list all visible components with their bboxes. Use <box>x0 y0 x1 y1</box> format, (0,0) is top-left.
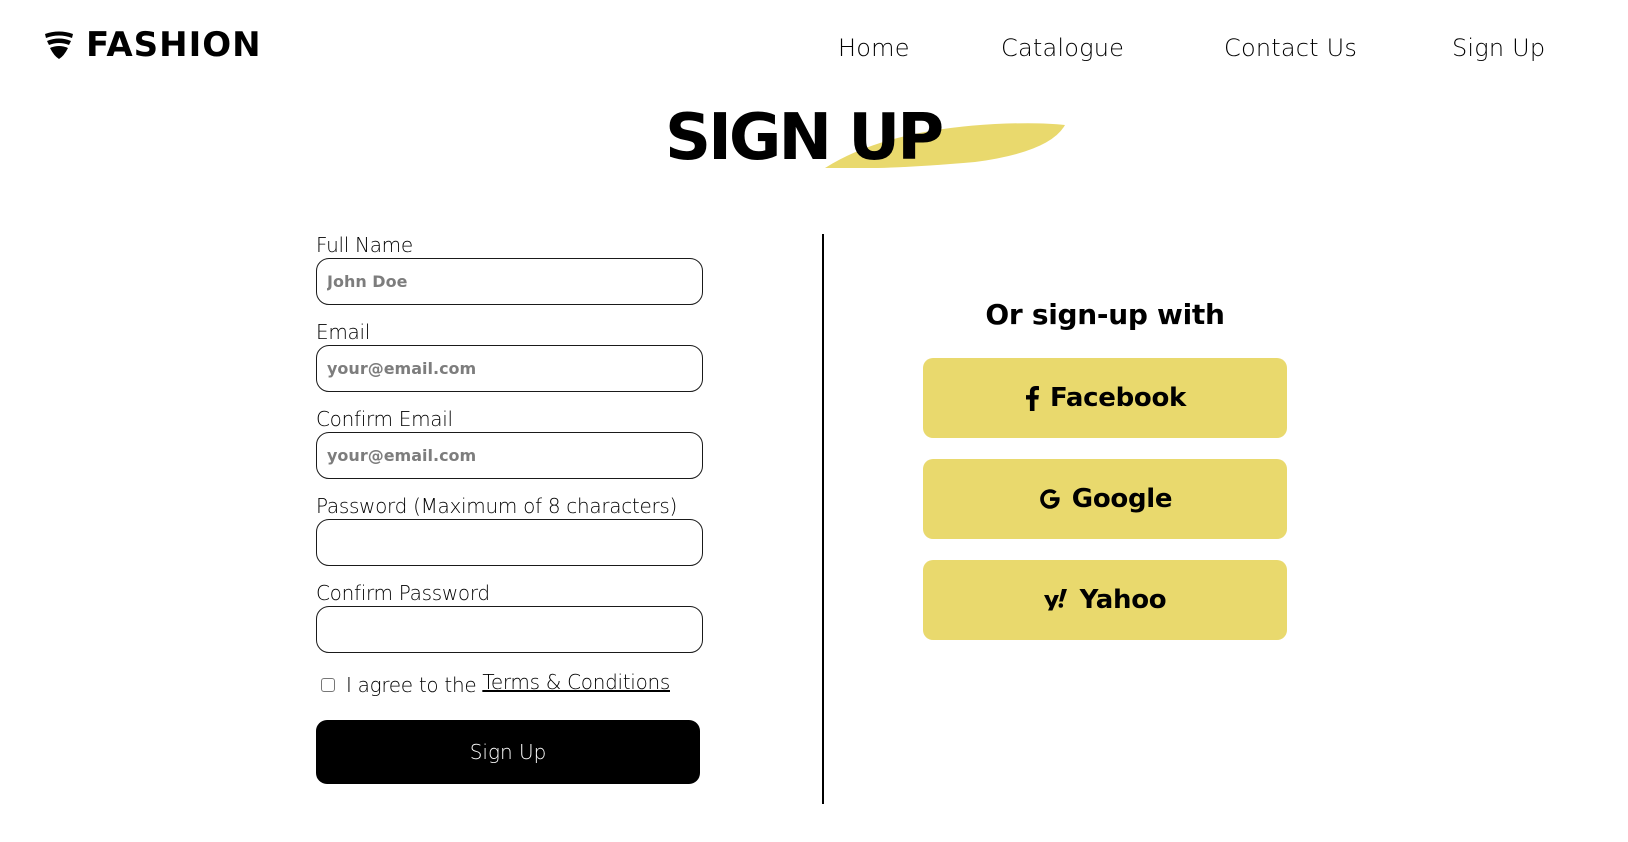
confirm-email-label: Confirm Email <box>316 407 453 431</box>
confirm-password-input[interactable] <box>316 606 703 653</box>
terms-conditions-link[interactable]: Terms & Conditions <box>482 670 670 694</box>
google-signup-button[interactable]: Google <box>923 459 1287 539</box>
social-signup-heading: Or sign-up with <box>985 298 1225 331</box>
nav-sign-up[interactable]: Sign Up <box>1452 34 1545 62</box>
confirm-email-input[interactable] <box>316 432 703 479</box>
full-name-label: Full Name <box>316 233 413 257</box>
sign-up-submit-button[interactable]: Sign Up <box>316 720 700 784</box>
facebook-label: Facebook <box>1049 383 1187 413</box>
terms-agreement-row: I agree to the Terms & Conditions <box>316 670 736 699</box>
section-divider <box>822 234 824 804</box>
page-title: SIGN UP <box>665 101 944 175</box>
facebook-signup-button[interactable]: Facebook <box>923 358 1287 438</box>
social-signup-panel: Or sign-up with Facebook Google Yahoo <box>923 295 1287 661</box>
terms-checkbox[interactable] <box>321 678 335 692</box>
facebook-icon <box>1024 385 1040 411</box>
nav-contact-us[interactable]: Contact Us <box>1224 34 1357 62</box>
email-label: Email <box>316 320 370 344</box>
password-label: Password (Maximum of 8 characters) <box>316 494 677 518</box>
yahoo-signup-button[interactable]: Yahoo <box>923 560 1287 640</box>
yahoo-label: Yahoo <box>1079 585 1167 615</box>
full-name-input[interactable] <box>316 258 703 305</box>
nav-home[interactable]: Home <box>838 34 910 62</box>
nav-catalogue[interactable]: Catalogue <box>1001 34 1124 62</box>
page-title-area: SIGN UP <box>665 100 1065 180</box>
email-input[interactable] <box>316 345 703 392</box>
password-input[interactable] <box>316 519 703 566</box>
yahoo-icon <box>1043 589 1070 611</box>
signup-form: Full Name Email Confirm Email Password (… <box>316 232 736 784</box>
google-label: Google <box>1071 484 1173 514</box>
google-icon <box>1038 487 1062 511</box>
confirm-password-label: Confirm Password <box>316 581 490 605</box>
main-nav: Home Catalogue Contact Us Sign Up <box>0 34 1628 74</box>
agree-text: I agree to the <box>346 673 477 697</box>
